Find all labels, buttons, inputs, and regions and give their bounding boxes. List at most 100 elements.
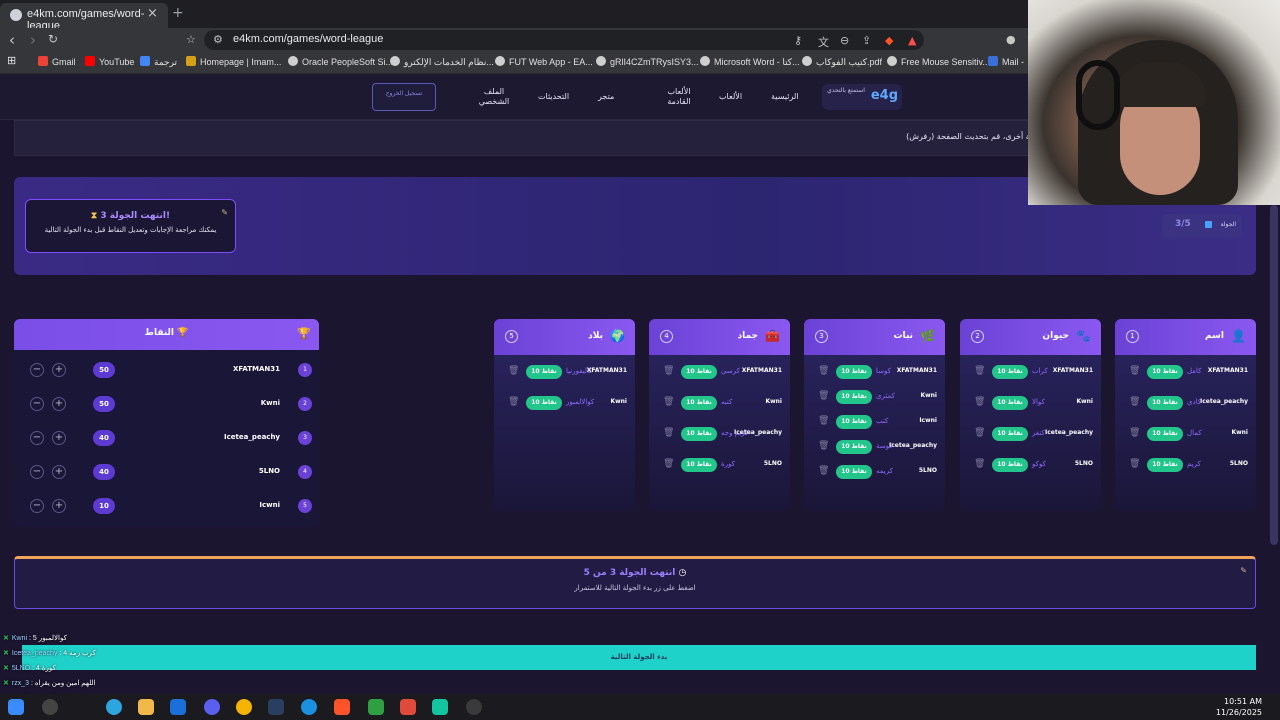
bookmark-star-icon[interactable]: ☆ [186, 33, 196, 46]
trash-icon[interactable]: 🗑 [663, 428, 674, 438]
minus-icon[interactable]: − [30, 465, 44, 479]
discord-icon[interactable] [204, 699, 220, 715]
bookmark-item[interactable]: ترجمة [140, 56, 177, 68]
trash-icon[interactable]: 🗑 [663, 459, 674, 469]
plus-icon[interactable]: + [52, 499, 66, 513]
trash-icon[interactable]: 🗑 [818, 441, 829, 451]
site-logo[interactable]: استمتع بالتحدي e4g [822, 84, 902, 110]
trash-icon[interactable]: 🗑 [663, 366, 674, 376]
points-pill[interactable]: 10 نقاط [681, 427, 717, 441]
brave-rewards-icon[interactable]: ▲ [908, 34, 916, 47]
points-pill[interactable]: 10 نقاط [681, 458, 717, 472]
points-pill[interactable]: 10 نقاط [1147, 365, 1183, 379]
points-pill[interactable]: 10 نقاط [992, 427, 1028, 441]
system-clock[interactable]: 10:51 AM 11/26/2025 [1216, 696, 1262, 718]
site-info-icon[interactable]: ⚙ [213, 33, 223, 46]
new-tab-icon[interactable]: + [172, 5, 184, 21]
points-pill[interactable]: 10 نقاط [992, 458, 1028, 472]
points-pill[interactable]: 10 نقاط [526, 396, 562, 410]
chrome-icon[interactable] [236, 699, 252, 715]
trash-icon[interactable]: 🗑 [818, 366, 829, 376]
points-pill[interactable]: 10 نقاط [1147, 427, 1183, 441]
points-pill[interactable]: 10 نقاط [836, 415, 872, 429]
apps-grid-icon[interactable]: ⊞ [7, 54, 16, 67]
plus-icon[interactable]: + [52, 465, 66, 479]
trash-icon[interactable]: 🗑 [818, 466, 829, 476]
trash-icon[interactable]: 🗑 [1129, 428, 1140, 438]
plus-icon[interactable]: + [52, 397, 66, 411]
page-scrollbar[interactable] [1270, 205, 1278, 545]
browser-tab[interactable]: e4km.com/games/word-league × [0, 3, 168, 32]
translate-icon[interactable]: 文 [818, 34, 829, 50]
nav-games[interactable]: الألعاب [719, 92, 742, 102]
nav-updates[interactable]: التحديثات [538, 92, 569, 102]
points-pill[interactable]: 10 نقاط [1147, 458, 1183, 472]
bookmark-item[interactable]: كتيب الفوكاب.pdf [802, 56, 882, 68]
minus-icon[interactable]: − [30, 499, 44, 513]
points-pill[interactable]: 10 نقاط [681, 396, 717, 410]
logout-button[interactable]: تسجيل الخروج [372, 83, 436, 111]
points-pill[interactable]: 10 نقاط [526, 365, 562, 379]
folder-icon[interactable] [138, 699, 154, 715]
xbox-icon[interactable] [368, 699, 384, 715]
brave-browser-icon[interactable] [400, 699, 416, 715]
trash-icon[interactable]: 🗑 [818, 416, 829, 426]
points-pill[interactable]: 10 نقاط [681, 365, 717, 379]
points-pill[interactable]: 10 نقاط [836, 440, 872, 454]
outlook-icon[interactable] [170, 699, 186, 715]
close-tab-icon[interactable]: × [147, 6, 158, 21]
nav-upcoming-games[interactable]: الألعاب القادمة [660, 87, 698, 107]
start-icon[interactable] [8, 699, 24, 715]
brave-shield-icon[interactable]: ◆ [885, 34, 893, 47]
zoom-icon[interactable]: ⊖ [840, 34, 849, 47]
bookmark-item[interactable]: Homepage | Imam... [186, 56, 281, 67]
trash-icon[interactable]: 🗑 [1129, 397, 1140, 407]
trash-icon[interactable]: 🗑 [974, 459, 985, 469]
plus-icon[interactable]: + [52, 431, 66, 445]
brave-icon[interactable] [334, 699, 350, 715]
back-icon[interactable]: ‹ [9, 31, 15, 49]
trash-icon[interactable]: 🗑 [1129, 459, 1140, 469]
trash-icon[interactable]: 🗑 [818, 391, 829, 401]
bookmark-item[interactable]: Oracle PeopleSoft Si... [288, 56, 393, 67]
trash-icon[interactable]: 🗑 [1129, 366, 1140, 376]
share-icon[interactable]: ⇪ [862, 34, 871, 47]
search-icon[interactable] [42, 699, 58, 715]
minus-icon[interactable]: − [30, 363, 44, 377]
points-pill[interactable]: 10 نقاط [992, 396, 1028, 410]
points-pill[interactable]: 10 نقاط [836, 465, 872, 479]
firefox-icon[interactable] [301, 699, 317, 715]
plus-icon[interactable]: + [52, 363, 66, 377]
address-bar[interactable]: ⚙ e4km.com/games/word-league ⚷ 文 ⊖ ⇪ ◆ ▲ [204, 30, 924, 50]
bookmark-item[interactable]: Microsoft Word - كتا... [700, 56, 800, 68]
profile-icon[interactable]: ● [1006, 33, 1016, 46]
bookmark-item[interactable]: نظام الخدمات الإلكترو... [390, 56, 494, 68]
steam-icon[interactable] [268, 699, 284, 715]
edge-icon[interactable] [106, 699, 122, 715]
reload-icon[interactable]: ↻ [48, 32, 58, 46]
points-pill[interactable]: 10 نقاط [836, 390, 872, 404]
minus-icon[interactable]: − [30, 397, 44, 411]
trash-icon[interactable]: 🗑 [663, 397, 674, 407]
trash-icon[interactable]: 🗑 [508, 366, 519, 376]
trash-icon[interactable]: 🗑 [974, 366, 985, 376]
nav-store[interactable]: متجر [598, 92, 614, 102]
points-pill[interactable]: 10 نقاط [836, 365, 872, 379]
minus-icon[interactable]: − [30, 431, 44, 445]
chat-app-icon[interactable] [432, 699, 448, 715]
nav-profile[interactable]: الملف الشخصي [476, 87, 512, 107]
password-key-icon[interactable]: ⚷ [794, 34, 802, 47]
bookmark-item[interactable]: Mail - [988, 56, 1024, 67]
bookmark-item[interactable]: Free Mouse Sensitiv... [887, 56, 990, 67]
bookmark-item[interactable]: gRlI4CZmTRysISY3... [596, 56, 699, 67]
bookmark-item[interactable]: Gmail [38, 56, 76, 67]
trash-icon[interactable]: 🗑 [974, 428, 985, 438]
obs-icon[interactable] [466, 699, 482, 715]
trash-icon[interactable]: 🗑 [508, 397, 519, 407]
points-pill[interactable]: 10 نقاط [1147, 396, 1183, 410]
nav-home[interactable]: الرئيسية [771, 92, 799, 102]
next-round-button[interactable]: بدء الجولة التالية [22, 645, 1256, 670]
trash-icon[interactable]: 🗑 [974, 397, 985, 407]
forward-icon[interactable]: › [30, 31, 36, 49]
points-pill[interactable]: 10 نقاط [992, 365, 1028, 379]
